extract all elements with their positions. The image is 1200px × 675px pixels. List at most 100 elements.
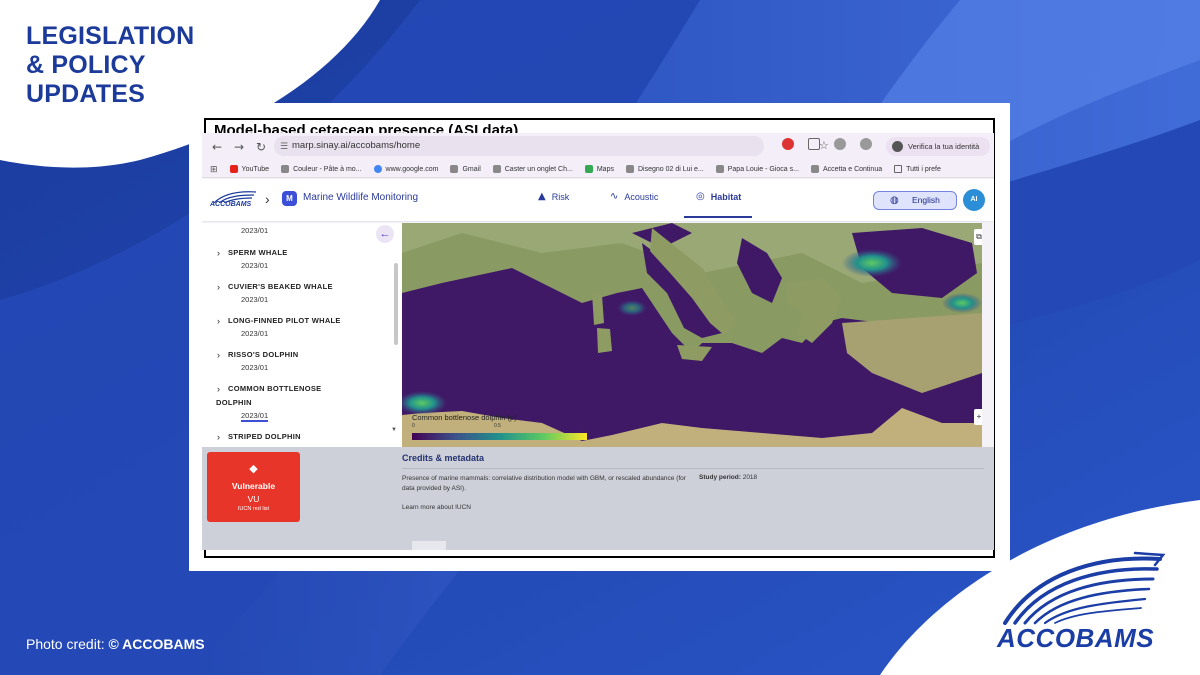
learn-more-link[interactable]: Learn more about IUCN bbox=[402, 504, 471, 511]
species-date-selected[interactable]: 2023/01 bbox=[241, 411, 269, 422]
profile-avatar-icon bbox=[892, 141, 903, 152]
extensions-puzzle-icon[interactable] bbox=[808, 138, 820, 150]
site-settings-icon[interactable]: ☰ bbox=[280, 136, 288, 156]
chevron-right-icon: › bbox=[217, 316, 221, 326]
verify-identity-label: Verifica la tua identità bbox=[908, 142, 980, 151]
tab-risk[interactable]: ▲ Risk bbox=[538, 191, 569, 202]
species-name: STRIPED DOLPHIN bbox=[228, 432, 301, 441]
chevron-right-icon: › bbox=[217, 384, 221, 394]
bookmark-item[interactable]: Papa Louie - Gioca s... bbox=[715, 165, 799, 173]
bookmark-item[interactable]: www.google.com bbox=[373, 165, 439, 173]
youtube-icon bbox=[229, 165, 238, 173]
habitat-map[interactable]: Common bottlenose dolphin (p) 0 0.5 1 ⧉ … bbox=[402, 223, 982, 447]
legend-tick: 0 bbox=[412, 423, 415, 429]
iucn-status-card: ◆ Vulnerable VU IUCN red list bbox=[207, 452, 300, 522]
google-icon bbox=[373, 165, 382, 173]
species-item-common-bottlenose-dolphin[interactable]: › COMMON BOTTLENOSE bbox=[217, 384, 322, 394]
tab-acoustic[interactable]: ∿ Acoustic bbox=[610, 191, 658, 202]
globe-icon bbox=[492, 165, 501, 173]
bottom-tab-handle[interactable] bbox=[412, 541, 446, 550]
species-name: LONG-FINNED PILOT WHALE bbox=[228, 316, 341, 325]
bookmark-folder[interactable]: Tutti i prefe bbox=[894, 165, 941, 173]
species-item-cuviers-beaked-whale[interactable]: › CUVIER'S BEAKED WHALE bbox=[217, 282, 333, 292]
headline-line-2: & POLICY bbox=[26, 51, 146, 79]
bookmark-item[interactable]: Disegno 02 di Lui e... bbox=[625, 165, 704, 173]
layers-icon: ◆ bbox=[249, 462, 258, 475]
globe-icon bbox=[625, 165, 634, 173]
extension-badge-icon[interactable] bbox=[782, 138, 794, 150]
language-button[interactable]: ◍ English bbox=[873, 191, 957, 210]
back-arrow-icon[interactable]: ← bbox=[206, 140, 228, 154]
species-date: 2023/01 bbox=[241, 363, 269, 372]
address-bar[interactable]: ☰ marp.sinay.ai/accobams/home ☆ bbox=[274, 136, 829, 156]
globe-icon bbox=[810, 165, 819, 173]
species-name-continued: DOLPHIN bbox=[216, 398, 252, 407]
bookmark-label: Caster un onglet Ch... bbox=[504, 165, 573, 173]
species-item-sperm-whale[interactable]: › SPERM WHALE bbox=[217, 248, 288, 258]
panel-scrollbar[interactable] bbox=[394, 263, 398, 345]
bookmark-label: www.google.com bbox=[385, 165, 439, 173]
credits-description: Presence of marine mammals: correlative … bbox=[402, 475, 686, 492]
legend-tick: 0.5 bbox=[494, 423, 501, 429]
bookmark-label: Gmail bbox=[462, 165, 481, 173]
headline: LEGISLATION & POLICY UPDATES bbox=[26, 22, 194, 109]
bookmark-item[interactable]: Accetta e Continua bbox=[810, 165, 882, 173]
user-avatar[interactable]: AI bbox=[963, 189, 985, 211]
bookmark-label: YouTube bbox=[241, 165, 270, 173]
map-zoom-control-icon[interactable]: + bbox=[974, 409, 982, 425]
active-tab-indicator bbox=[684, 216, 752, 218]
study-period-value: 2018 bbox=[742, 474, 758, 481]
accobams-logo: ACCOBAMS bbox=[985, 545, 1175, 660]
study-period: Study period: 2018 bbox=[699, 474, 757, 481]
tab-label: Risk bbox=[551, 191, 570, 202]
bookmark-item[interactable]: Couleur - Pâte à mo... bbox=[281, 165, 362, 173]
collapse-panel-arrow-icon[interactable]: ← bbox=[376, 225, 394, 243]
map-legend-label: Common bottlenose dolphin (p) bbox=[412, 413, 517, 422]
app-logo-text: ACCOBAMS bbox=[210, 201, 252, 208]
map-layers-control-icon[interactable]: ⧉ bbox=[974, 229, 982, 245]
globe-icon bbox=[715, 165, 724, 173]
scroll-down-arrow-icon[interactable]: ▼ bbox=[391, 427, 397, 433]
app-title[interactable]: Marine Wildlife Monitoring bbox=[303, 192, 418, 203]
bookmark-label: Papa Louie - Gioca s... bbox=[727, 165, 799, 173]
bookmark-label: Disegno 02 di Lui e... bbox=[637, 165, 704, 173]
bookmark-item[interactable]: Caster un onglet Ch... bbox=[492, 165, 573, 173]
browser-address-row: ← → ↻ ☰ marp.sinay.ai/accobams/home ☆ Ve… bbox=[202, 133, 994, 161]
photo-credit: Photo credit: © ACCOBAMS bbox=[26, 636, 205, 652]
credits-title: Credits & metadata bbox=[402, 453, 485, 463]
app-badge: M bbox=[282, 191, 297, 206]
reload-icon[interactable]: ↻ bbox=[250, 140, 272, 154]
headline-line-3: UPDATES bbox=[26, 80, 146, 108]
apps-grid-icon[interactable]: ⊞ bbox=[210, 164, 218, 175]
species-panel: 2023/01 ← › SPERM WHALE 2023/01 › CUVIER'S… bbox=[202, 223, 402, 447]
bookmark-item[interactable]: Maps bbox=[584, 165, 614, 173]
bookmark-label: Tutti i prefe bbox=[906, 165, 941, 173]
species-date: 2023/01 bbox=[241, 329, 269, 338]
bookmark-item[interactable]: YouTube bbox=[229, 165, 270, 173]
tab-habitat[interactable]: ◎ Habitat bbox=[696, 191, 741, 202]
species-name: COMMON BOTTLENOSE bbox=[228, 384, 322, 393]
browser-window: ← → ↻ ☰ marp.sinay.ai/accobams/home ☆ Ve… bbox=[202, 133, 994, 550]
sound-wave-icon: ∿ bbox=[610, 191, 619, 202]
map-legend-colorbar bbox=[412, 433, 587, 440]
tab-label: Acoustic bbox=[624, 191, 659, 202]
species-item-rissos-dolphin[interactable]: › RISSO'S DOLPHIN bbox=[217, 350, 298, 360]
species-item-striped-dolphin[interactable]: › STRIPED DOLPHIN bbox=[217, 432, 301, 442]
study-period-label: Study period: bbox=[699, 474, 741, 481]
species-item-long-finned-pilot-whale[interactable]: › LONG-FINNED PILOT WHALE bbox=[217, 316, 341, 326]
species-date: 2023/01 bbox=[241, 295, 269, 304]
headline-line-1: LEGISLATION bbox=[26, 22, 195, 50]
history-icon[interactable] bbox=[834, 138, 846, 150]
tab-search-icon[interactable] bbox=[860, 138, 872, 150]
chevron-right-icon: › bbox=[217, 248, 221, 258]
forward-arrow-icon[interactable]: → bbox=[228, 140, 250, 154]
bookmark-label: Couleur - Pâte à mo... bbox=[293, 165, 362, 173]
app-logo[interactable]: ACCOBAMS bbox=[210, 189, 260, 213]
verify-identity-button[interactable]: Verifica la tua identità bbox=[886, 137, 990, 156]
chevron-right-icon: › bbox=[217, 350, 221, 360]
species-date: 2023/01 bbox=[241, 226, 269, 235]
bookmark-item[interactable]: Gmail bbox=[450, 165, 481, 173]
browser-toolbar-icons bbox=[782, 138, 872, 150]
target-icon: ◎ bbox=[696, 191, 705, 202]
chevron-right-icon: › bbox=[217, 282, 221, 292]
